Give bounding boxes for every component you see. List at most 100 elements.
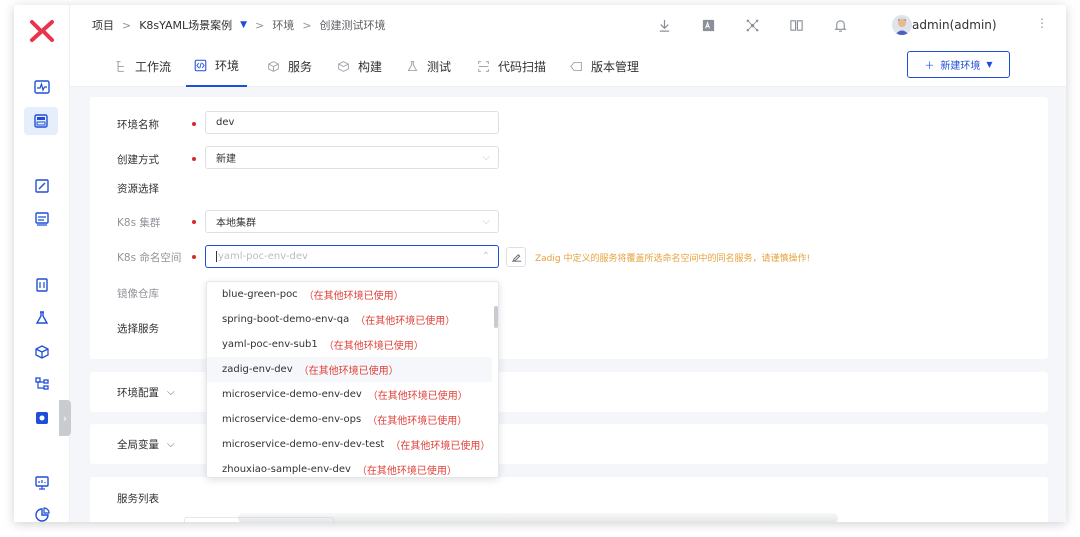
- option-name: zadig-env-dev: [222, 364, 293, 375]
- sidebar-item-settings[interactable]: [32, 408, 52, 428]
- sidebar-item-projects[interactable]: [24, 107, 58, 135]
- cluster-select[interactable]: 本地集群 ⌵: [205, 210, 499, 233]
- new-env-label: 新建环境: [940, 61, 981, 72]
- sidebar-item-builds[interactable]: [32, 275, 52, 295]
- tab-workflow[interactable]: 工作流: [114, 45, 171, 87]
- tab-label: 测试: [427, 59, 452, 74]
- sidebar-item-tests[interactable]: [32, 308, 52, 328]
- sidebar-item-editor[interactable]: [32, 176, 52, 196]
- global-vars-section[interactable]: 全局变量 ⌵: [117, 437, 175, 452]
- top-bar: 项目 > K8sYAML场景案例 ▼ > 环境 > 创建测试环境 admin(a…: [70, 5, 1066, 45]
- edit-doc-icon: [35, 179, 49, 193]
- option-used-note: （在其他环境已使用）: [323, 341, 424, 352]
- plus-icon: ＋: [924, 61, 935, 72]
- download-icon[interactable]: [642, 16, 686, 34]
- project-icon: [34, 114, 48, 128]
- tab-build[interactable]: 构建: [337, 45, 382, 87]
- chevron-down-icon: ⌵: [167, 439, 175, 450]
- pulse-icon: [34, 80, 50, 94]
- cluster-value: 本地集群: [216, 218, 256, 229]
- gear-icon: [36, 412, 48, 424]
- option-used-note: （在其他环境已使用）: [303, 291, 404, 302]
- service-list-label: 服务列表: [117, 493, 159, 505]
- sidebar-item-pipelines[interactable]: [32, 374, 52, 394]
- create-method-value: 新建: [216, 154, 236, 165]
- option-used-note: （在其他环境已使用）: [356, 466, 457, 477]
- option-name: zhouxiao-sample-env-dev: [222, 464, 351, 475]
- bell-icon[interactable]: [818, 16, 862, 34]
- namespace-dropdown: blue-green-poc （在其他环境已使用） spring-boot-dem…: [206, 281, 499, 478]
- create-method-label: 创建方式: [117, 154, 159, 166]
- translate-icon[interactable]: [686, 16, 730, 34]
- namespace-option[interactable]: spring-boot-demo-env-qa （在其他环境已使用）: [207, 307, 492, 332]
- tab-label: 服务: [288, 59, 313, 74]
- namespace-option[interactable]: microservice-demo-env-dev （在其他环境已使用）: [207, 382, 492, 407]
- create-method-select[interactable]: 新建 ⌵: [205, 146, 499, 169]
- pie-chart-icon: [35, 507, 50, 522]
- text-cursor: [216, 251, 217, 262]
- bottom-toolbar-shadow: [238, 513, 838, 522]
- breadcrumb-project[interactable]: K8sYAML场景案例: [139, 17, 232, 33]
- new-env-button[interactable]: ＋ 新建环境 ▼: [907, 51, 1010, 78]
- sidebar-item-dashboard[interactable]: [32, 77, 52, 97]
- sidebar-item-templates[interactable]: [32, 209, 52, 229]
- cube-icon: [35, 345, 49, 359]
- namespace-label: K8s 命名空间: [117, 252, 182, 264]
- breadcrumb-root[interactable]: 项目: [92, 17, 114, 33]
- sidebar-item-monitor[interactable]: [32, 473, 52, 493]
- namespace-option[interactable]: zadig-env-dev （在其他环境已使用）: [207, 357, 492, 382]
- breadcrumb: 项目 > K8sYAML场景案例 ▼ > 环境 > 创建测试环境: [92, 17, 386, 33]
- option-name: microservice-demo-env-dev: [222, 389, 362, 400]
- chevron-down-icon: ⌵: [482, 152, 490, 163]
- breadcrumb-env[interactable]: 环境: [272, 17, 294, 33]
- app-window: › 项目 > K8sYAML场景案例 ▼ > 环境 > 创建测试环境 admin…: [14, 5, 1066, 522]
- sidebar-item-artifacts[interactable]: [32, 342, 52, 362]
- chevron-down-icon: ⌵: [167, 387, 175, 398]
- breadcrumb-current: 创建测试环境: [319, 19, 386, 32]
- chevron-right-icon: ›: [62, 411, 68, 425]
- env-name-label: 环境名称: [117, 119, 159, 131]
- env-config-label: 环境配置: [117, 387, 159, 399]
- namespace-option[interactable]: blue-green-poc （在其他环境已使用）: [207, 282, 492, 307]
- top-toolbar: [642, 16, 862, 34]
- tab-service[interactable]: 服务: [267, 45, 312, 87]
- more-vertical-icon[interactable]: ⋮: [1036, 16, 1048, 30]
- user-name[interactable]: admin(admin): [912, 18, 997, 32]
- env-config-section[interactable]: 环境配置 ⌵: [117, 385, 175, 400]
- tab-label: 工作流: [135, 59, 172, 74]
- required-mark: [192, 255, 196, 259]
- avatar[interactable]: [892, 15, 912, 35]
- namespace-option[interactable]: microservice-demo-env-ops （在其他环境已使用）: [207, 407, 492, 432]
- chevron-down-icon: ⌵: [482, 216, 490, 227]
- namespace-edit-button[interactable]: [506, 247, 526, 267]
- flask-icon: [407, 60, 418, 71]
- box-icon: [338, 60, 349, 72]
- sidebar-item-stats[interactable]: [32, 505, 52, 522]
- option-used-note: （在其他环境已使用）: [367, 416, 468, 427]
- tab-environment[interactable]: 环境: [186, 45, 248, 87]
- logo-icon[interactable]: [28, 19, 56, 43]
- global-vars-label: 全局变量: [117, 439, 159, 451]
- tag-icon: [570, 61, 582, 71]
- tab-test[interactable]: 测试: [406, 45, 451, 87]
- project-tabs: 工作流 环境 服务 构建 测试 代码扫描 版本管理 ＋ 新建环境 ▼: [70, 45, 1066, 87]
- namespace-select[interactable]: yaml-poc-env-dev ⌃: [205, 245, 499, 268]
- tree-icon: [35, 377, 49, 390]
- tab-code-scan[interactable]: 代码扫描: [477, 45, 546, 87]
- option-used-note: （在其他环境已使用）: [298, 366, 399, 377]
- env-name-input[interactable]: dev: [205, 111, 499, 134]
- workflow-icon: [116, 60, 124, 72]
- dropdown-scrollbar[interactable]: [494, 306, 498, 328]
- plugin-icon[interactable]: [730, 16, 774, 34]
- sidebar-collapse-button[interactable]: ›: [59, 400, 71, 436]
- tab-label: 环境: [215, 58, 240, 73]
- tab-version[interactable]: 版本管理: [570, 45, 639, 87]
- namespace-option[interactable]: microservice-demo-env-dev-test （在其他环境已使用）: [207, 432, 492, 457]
- namespace-option[interactable]: yaml-poc-env-sub1 （在其他环境已使用）: [207, 332, 492, 357]
- caret-down-icon[interactable]: ▼: [240, 20, 247, 30]
- service-select-label: 选择服务: [117, 323, 159, 335]
- breadcrumb-separator: >: [302, 18, 312, 32]
- scan-icon: [478, 60, 489, 72]
- docs-icon[interactable]: [774, 16, 818, 34]
- namespace-option[interactable]: zhouxiao-sample-env-dev （在其他环境已使用）: [207, 457, 492, 477]
